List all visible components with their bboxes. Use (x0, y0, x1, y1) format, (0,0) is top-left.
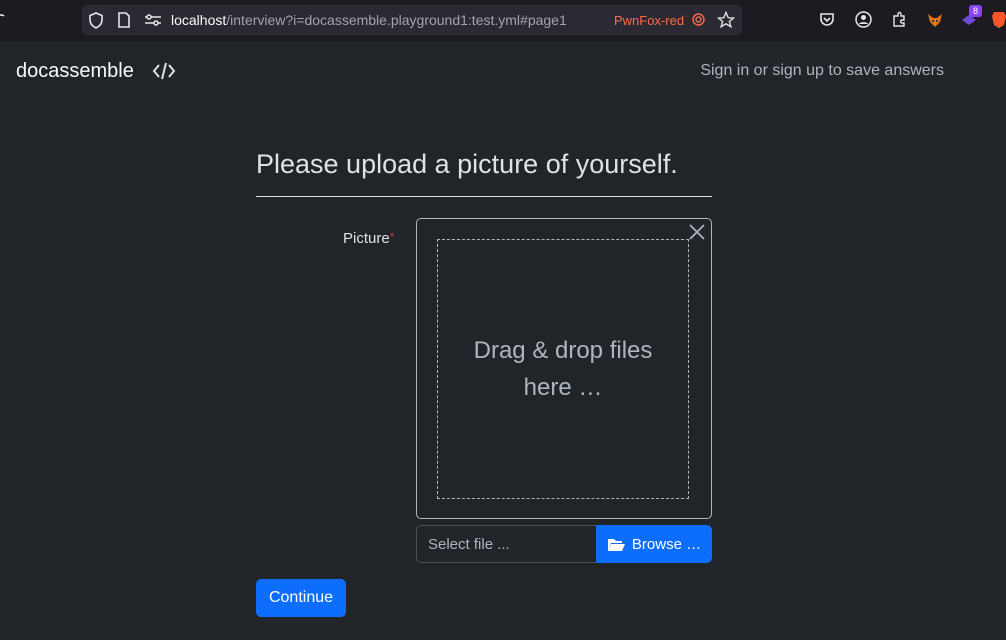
fox-extension-icon[interactable] (927, 12, 943, 28)
brand-link[interactable]: docassemble (16, 60, 134, 83)
browse-label: Browse … (631, 535, 702, 553)
continue-button[interactable]: Continue (256, 579, 346, 617)
star-icon[interactable] (717, 11, 735, 29)
app-navbar: docassemble Sign in or sign up to save a… (0, 41, 1006, 103)
browser-toolbar: localhost/interview?i=docassemble.playgr… (0, 0, 1006, 41)
close-icon[interactable] (687, 222, 707, 242)
container-label: PwnFox-red (614, 13, 685, 28)
field-label-picture: Picture* (343, 230, 395, 247)
pocket-icon[interactable] (819, 12, 835, 28)
drop-zone[interactable]: Drag & drop files here … (437, 239, 689, 499)
extensions-icon[interactable] (891, 11, 908, 28)
required-mark: * (389, 230, 395, 244)
drop-zone-text: Drag & drop files here … (473, 337, 653, 401)
title-divider (256, 196, 712, 197)
extension-badge: 8 (969, 5, 982, 17)
page-title: Please upload a picture of yourself. (256, 149, 678, 179)
reload-icon[interactable] (0, 12, 6, 28)
fingerprint-icon (692, 13, 705, 26)
signin-link[interactable]: Sign in or sign up to save answers (700, 62, 944, 80)
browse-button[interactable]: Browse … (596, 525, 712, 563)
permissions-icon[interactable] (144, 14, 162, 26)
folder-open-icon (607, 538, 625, 551)
brave-extension-icon[interactable] (992, 11, 1006, 28)
url-text[interactable]: localhost/interview?i=docassemble.playgr… (171, 12, 567, 28)
code-icon[interactable] (152, 60, 176, 82)
file-upload-widget: Drag & drop files here … (416, 218, 712, 519)
shield-icon[interactable] (88, 12, 104, 29)
account-icon[interactable] (855, 11, 872, 28)
file-name-input[interactable]: Select file ... (416, 525, 597, 563)
page-icon[interactable] (117, 12, 131, 28)
